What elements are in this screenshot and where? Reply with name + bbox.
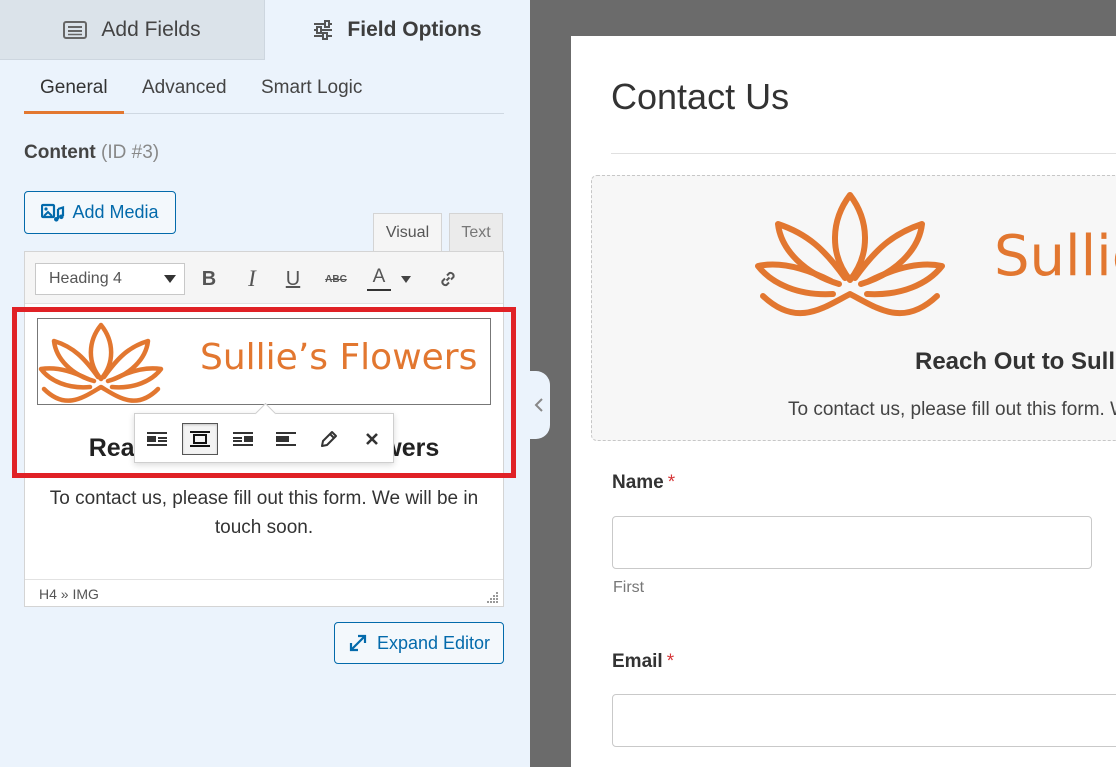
- tab-add-fields[interactable]: Add Fields: [0, 0, 265, 60]
- tab-add-fields-label: Add Fields: [101, 17, 201, 41]
- editor-statusbar: H4 » IMG: [25, 579, 503, 606]
- expand-icon: [349, 634, 367, 652]
- element-path: H4 » IMG: [39, 586, 99, 602]
- first-name-input[interactable]: [612, 516, 1092, 569]
- pencil-icon: [321, 431, 337, 447]
- link-button[interactable]: [434, 265, 462, 293]
- title-divider: [611, 153, 1116, 154]
- tab-advanced[interactable]: Advanced: [142, 60, 227, 114]
- align-right-icon: [233, 432, 253, 446]
- bold-button[interactable]: B: [195, 265, 223, 293]
- field-id: (ID #3): [101, 142, 160, 163]
- name-field-label: Name *: [612, 472, 675, 494]
- field-label: Content (ID #3): [24, 142, 159, 164]
- logo-wordmark: Sullie’s Flowers: [200, 337, 478, 378]
- panel-tabs: Add Fields Field Options: [0, 0, 530, 60]
- remove-image-button[interactable]: [354, 423, 390, 455]
- add-media-label: Add Media: [72, 202, 159, 222]
- caret-down-icon: [401, 275, 411, 283]
- name-label-text: Name: [612, 472, 664, 493]
- collapse-panel-handle[interactable]: [528, 371, 550, 439]
- no-align-button[interactable]: [268, 423, 304, 455]
- color-swatch: [367, 288, 391, 291]
- expand-editor-label: Expand Editor: [376, 632, 491, 653]
- editor-paragraph: To contact us, please fill out this form…: [49, 488, 479, 538]
- link-icon: [441, 271, 455, 287]
- form-preview: Contact Us Sullie’s Flowers Reach Out to…: [571, 36, 1116, 767]
- list-icon: [63, 20, 88, 39]
- align-none-icon: [276, 432, 296, 446]
- format-select-value: Heading 4: [49, 270, 122, 287]
- chevron-down-icon: [164, 275, 176, 283]
- content-field-preview[interactable]: Sullie’s Flowers Reach Out to Sullie’s F…: [591, 175, 1116, 441]
- email-field-label: Email *: [612, 651, 674, 673]
- underline-button[interactable]: U: [279, 265, 307, 293]
- preview-heading: Reach Out to Sullie’s Flowers: [915, 348, 1116, 375]
- media-icon: [41, 203, 65, 222]
- logo-image[interactable]: Sullie’s Flowers: [37, 318, 491, 405]
- text-color-dropdown[interactable]: [396, 265, 416, 293]
- tab-smart-logic[interactable]: Smart Logic: [261, 60, 362, 114]
- add-media-button[interactable]: Add Media: [24, 191, 176, 234]
- field-label-text: Content: [24, 142, 96, 163]
- email-input[interactable]: [612, 694, 1116, 747]
- field-options-panel: Add Fields Field Options General Advance…: [0, 0, 530, 767]
- option-tabs: General Advanced Smart Logic: [24, 60, 504, 114]
- required-mark: *: [667, 472, 676, 493]
- first-name-sublabel: First: [613, 579, 645, 596]
- sliders-icon: [314, 20, 333, 40]
- chevron-left-icon: [534, 398, 543, 412]
- italic-button[interactable]: I: [238, 265, 266, 293]
- text-color-button[interactable]: A: [365, 265, 393, 293]
- align-right-button[interactable]: [225, 423, 261, 455]
- required-mark: *: [666, 651, 675, 672]
- align-left-icon: [147, 432, 167, 446]
- email-label-text: Email: [612, 651, 663, 672]
- editor-tab-text[interactable]: Text: [449, 213, 503, 251]
- tab-field-options[interactable]: Field Options: [265, 0, 530, 60]
- editor-toolbar: Heading 4 B I U ABC A: [25, 252, 503, 304]
- resize-grip-icon[interactable]: [487, 591, 499, 603]
- close-icon: [366, 433, 378, 445]
- text-color-letter: A: [372, 265, 386, 287]
- editor-tab-visual[interactable]: Visual: [373, 213, 442, 252]
- tab-field-options-label: Field Options: [347, 18, 482, 41]
- expand-editor-button[interactable]: Expand Editor: [334, 622, 504, 664]
- format-select[interactable]: Heading 4: [35, 263, 185, 295]
- strikethrough-button[interactable]: ABC: [322, 265, 350, 293]
- preview-paragraph: To contact us, please fill out this form…: [788, 399, 1116, 420]
- form-title: Contact Us: [611, 76, 790, 117]
- align-center-icon: [190, 431, 210, 447]
- lotus-logo-icon: [38, 322, 164, 403]
- lotus-logo-icon: [755, 192, 945, 317]
- image-toolbar: [134, 413, 394, 463]
- logo-wordmark: Sullie’s Flowers: [994, 224, 1116, 289]
- edit-image-button[interactable]: [311, 423, 347, 455]
- align-left-button[interactable]: [139, 423, 175, 455]
- tab-general[interactable]: General: [24, 60, 124, 114]
- align-center-button[interactable]: [182, 423, 218, 455]
